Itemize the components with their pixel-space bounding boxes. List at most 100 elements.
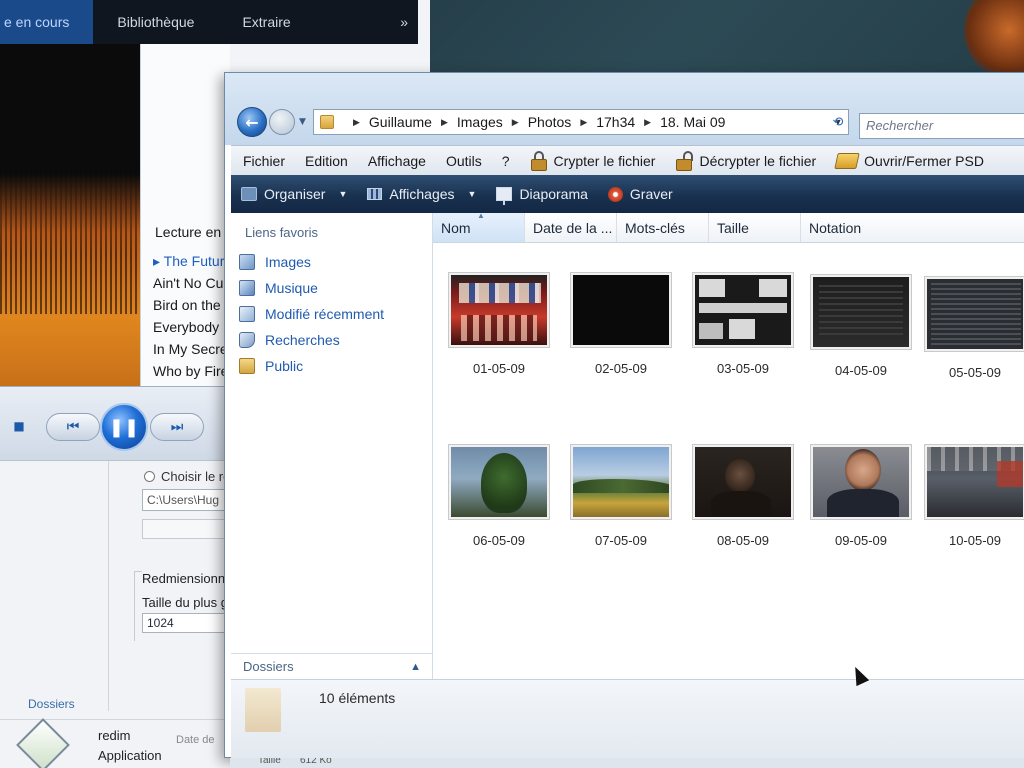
views-button[interactable]: Affichages ▼ — [357, 186, 486, 202]
address-bar[interactable]: ▶ Guillaume ▶ Images ▶ Photos ▶ 17h34 ▶ … — [313, 109, 849, 135]
file-name: 09-05-09 — [834, 533, 888, 548]
file-item[interactable]: 07-05-09 — [569, 445, 673, 548]
breadcrumb-item[interactable]: 17h34 — [596, 114, 635, 130]
photo-thumbnail[interactable] — [693, 273, 793, 347]
breadcrumb-item-current[interactable]: 18. Mai 09 — [660, 114, 725, 130]
history-dropdown-icon[interactable]: ▼ — [299, 117, 306, 127]
breadcrumb-separator-icon[interactable]: ▶ — [512, 117, 519, 128]
tab-library[interactable]: Bibliothèque — [93, 0, 218, 44]
refresh-icon: ⟲ — [832, 114, 844, 130]
back-button[interactable]: ← — [237, 107, 267, 137]
previous-button[interactable]: ⏮ — [46, 413, 100, 441]
photo-thumbnail[interactable] — [571, 273, 671, 347]
sidebar-item-music[interactable]: Musique — [239, 275, 384, 301]
folder-icon — [320, 115, 334, 129]
column-rating[interactable]: Notation — [801, 213, 1024, 242]
breadcrumb-separator-icon[interactable]: ▶ — [580, 117, 587, 128]
menu-file[interactable]: Fichier — [231, 153, 295, 169]
column-date[interactable]: Date de la ... — [525, 213, 617, 242]
file-name: 02-05-09 — [594, 361, 648, 376]
organize-button[interactable]: Organiser ▼ — [231, 186, 357, 202]
file-item[interactable]: 05-05-09 — [923, 277, 1024, 380]
radio-icon[interactable] — [144, 471, 155, 482]
breadcrumb-separator-icon[interactable]: ▶ — [644, 117, 651, 128]
photo-thumbnail[interactable] — [449, 445, 549, 519]
sidebar-item-label: Modifié récemment — [265, 306, 385, 322]
folder-path-field[interactable]: C:\Users\Hug — [142, 489, 232, 511]
menu-tools[interactable]: Outils — [436, 153, 492, 169]
file-item[interactable]: 10-05-09 — [923, 445, 1024, 548]
size-footer-label: Taille — [258, 758, 281, 766]
player-nav-bar: e en cours Bibliothèque Extraire » — [0, 0, 418, 44]
file-name: 08-05-09 — [716, 533, 770, 548]
recent-icon — [239, 306, 255, 322]
file-item[interactable]: 04-05-09 — [809, 275, 913, 378]
open-close-psd-button[interactable]: Ouvrir/Fermer PSD — [826, 152, 994, 169]
playlist-pane: Lecture en c ▸ The Future Ain't No Cu Bi… — [140, 44, 232, 386]
file-item[interactable]: 09-05-09 — [809, 445, 913, 548]
playlist-arrow-icon: ▸ — [153, 253, 164, 269]
file-name: 10-05-09 — [948, 533, 1002, 548]
photo-thumbnail[interactable] — [925, 277, 1024, 351]
lock-icon — [530, 150, 548, 171]
folders-toggle[interactable]: Dossiers ▲ — [231, 653, 433, 679]
item-count: 10 éléments — [319, 690, 396, 706]
file-item[interactable]: 08-05-09 — [691, 445, 795, 548]
size-footer-value: 612 Ko — [300, 758, 332, 766]
photo-thumbnail[interactable] — [811, 445, 911, 519]
photo-thumbnail[interactable] — [449, 273, 549, 347]
breadcrumb-separator-icon[interactable]: ▶ — [441, 117, 448, 128]
tab-rip[interactable]: Extraire — [218, 0, 314, 44]
favorite-links: Images Musique Modifié récemment Recherc… — [239, 249, 384, 379]
column-tags[interactable]: Mots-clés — [617, 213, 709, 242]
encrypt-file-button[interactable]: Crypter le fichier — [520, 150, 666, 171]
breadcrumb-item[interactable]: Images — [457, 114, 503, 130]
explorer-title-frame: ← ▼ ▶ Guillaume ▶ Images ▶ Photos ▶ 17h3… — [225, 73, 1024, 145]
sidebar-item-recently-changed[interactable]: Modifié récemment — [239, 301, 384, 327]
breadcrumb-item[interactable]: Guillaume — [369, 114, 432, 130]
sidebar-item-pictures[interactable]: Images — [239, 249, 384, 275]
sidebar-item-public[interactable]: Public — [239, 353, 384, 379]
photo-thumbnail[interactable] — [925, 445, 1024, 519]
menu-help[interactable]: ? — [492, 153, 520, 169]
file-name: 05-05-09 — [948, 365, 1002, 380]
largest-side-field[interactable]: 1024 — [142, 613, 232, 633]
slideshow-button[interactable]: Diaporama — [486, 186, 597, 205]
chevron-up-icon: ▲ — [410, 660, 421, 673]
stop-button[interactable]: ■ — [12, 419, 26, 433]
file-name: 03-05-09 — [716, 361, 770, 376]
sidebar-item-label: Public — [265, 358, 304, 374]
decrypt-file-label: Décrypter le fichier — [699, 152, 817, 169]
menu-view[interactable]: Affichage — [358, 153, 436, 169]
photo-thumbnail[interactable] — [571, 445, 671, 519]
file-item[interactable]: 02-05-09 — [569, 273, 673, 376]
photo-thumbnail[interactable] — [693, 445, 793, 519]
next-button[interactable]: ⏭ — [150, 413, 204, 441]
burn-button[interactable]: Graver — [598, 186, 683, 202]
decrypt-file-button[interactable]: Décrypter le fichier — [665, 150, 826, 171]
file-name: 06-05-09 — [472, 533, 526, 548]
refresh-button[interactable]: ⟲ — [825, 109, 851, 135]
photo-thumbnail[interactable] — [811, 275, 911, 349]
breadcrumb-item[interactable]: Photos — [528, 114, 572, 130]
breadcrumb-separator-icon[interactable]: ▶ — [353, 117, 360, 128]
encrypt-file-label: Crypter le fichier — [553, 152, 656, 169]
dialog-folders-link[interactable]: Dossiers — [28, 697, 75, 711]
tab-now-playing[interactable]: e en cours — [0, 0, 94, 44]
file-item[interactable]: 06-05-09 — [447, 445, 551, 548]
folder-preview-icon — [245, 688, 281, 732]
search-input[interactable]: Rechercher — [859, 113, 1024, 139]
more-tabs-icon[interactable]: » — [400, 14, 418, 30]
forward-button[interactable] — [269, 109, 295, 135]
open-close-psd-label: Ouvrir/Fermer PSD — [864, 152, 984, 169]
file-item[interactable]: 01-05-09 — [447, 273, 551, 376]
choose-folder-radio[interactable]: Choisir le ré — [144, 469, 230, 484]
pause-button[interactable]: ❚❚ — [100, 403, 148, 451]
column-size[interactable]: Taille — [709, 213, 801, 242]
file-item[interactable]: 03-05-09 — [691, 273, 795, 376]
column-name[interactable]: ▲ Nom — [433, 211, 525, 242]
sidebar-item-label: Recherches — [265, 332, 340, 348]
empty-field[interactable] — [142, 519, 232, 539]
menu-edit[interactable]: Edition — [295, 153, 358, 169]
sidebar-item-searches[interactable]: Recherches — [239, 327, 384, 353]
